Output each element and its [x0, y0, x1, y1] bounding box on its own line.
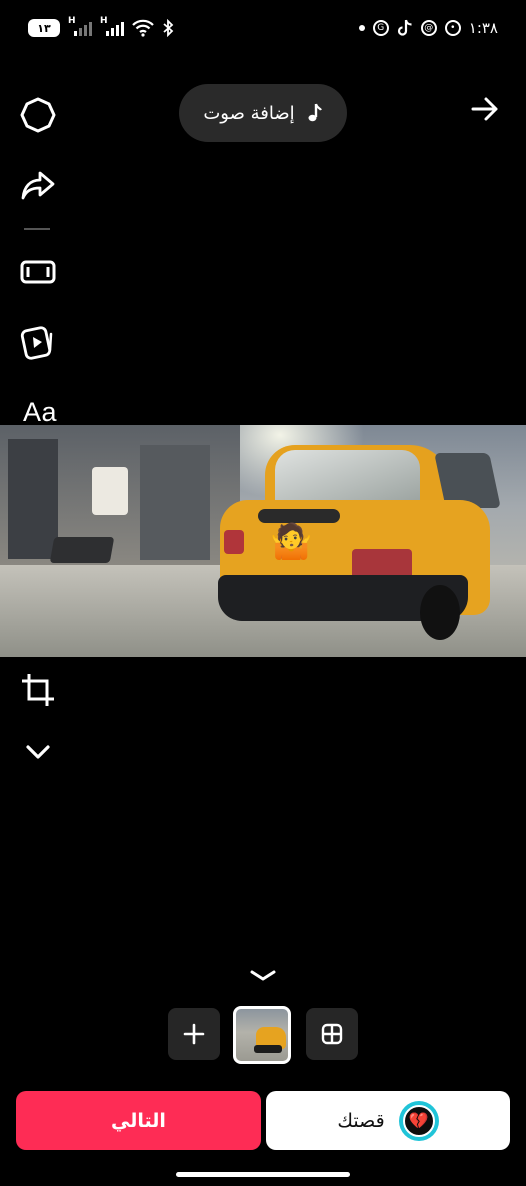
- layout-grid-button[interactable]: [306, 1008, 358, 1060]
- arrow-right-icon[interactable]: [468, 92, 502, 126]
- car-tire: [420, 585, 460, 640]
- story-avatar: 💔: [398, 1100, 439, 1141]
- app-icon-g: G: [372, 20, 389, 36]
- settings-icon: [20, 97, 56, 133]
- car-tail-lamp: [224, 530, 244, 554]
- photo-door: [140, 445, 210, 560]
- wifi-icon: [132, 19, 154, 37]
- shrug-sticker[interactable]: 🤷: [270, 519, 312, 565]
- status-bar-left: ١٣ H H: [28, 16, 174, 40]
- photo-water-tank: [92, 467, 128, 515]
- video-template-button[interactable]: [18, 322, 58, 362]
- your-story-label: قصتك: [337, 1109, 385, 1132]
- grid-icon: [321, 1023, 343, 1045]
- threads-icon: @: [420, 20, 437, 36]
- video-play-icon: [20, 326, 53, 360]
- home-indicator[interactable]: [176, 1172, 350, 1177]
- add-sound-label: إضافة صوت: [203, 102, 295, 124]
- status-bar-right: G @ • ١:٣٨: [358, 16, 498, 40]
- share-icon: [21, 171, 55, 200]
- broken-heart-icon: 💔: [402, 1104, 435, 1137]
- car-rear-window: [275, 450, 420, 505]
- music-note-icon: [308, 103, 322, 122]
- plus-icon: [183, 1023, 205, 1045]
- photo-door: [8, 439, 58, 559]
- reddit-icon: •: [444, 20, 461, 36]
- share-button[interactable]: [18, 165, 58, 205]
- crop-icon: [22, 674, 54, 706]
- signal-icon-2: H: [100, 16, 124, 36]
- notification-dot-icon: [358, 25, 365, 31]
- media-thumbnail[interactable]: [233, 1006, 291, 1064]
- media-preview[interactable]: 🤷: [0, 425, 526, 657]
- your-story-button[interactable]: قصتك 💔: [266, 1091, 510, 1150]
- toolbar-divider: [24, 228, 50, 230]
- settings-button[interactable]: [18, 95, 58, 135]
- next-button[interactable]: التالي: [16, 1091, 261, 1150]
- crop-button[interactable]: [18, 670, 58, 710]
- more-tools-button[interactable]: [18, 732, 58, 772]
- aspect-ratio-icon: [20, 260, 56, 284]
- clock: ١:٣٨: [468, 19, 498, 37]
- photo-cart: [49, 537, 115, 563]
- battery-indicator: ١٣: [28, 19, 60, 37]
- signal-icon-1: H: [68, 16, 92, 36]
- add-sound-button[interactable]: إضافة صوت: [179, 84, 347, 142]
- tiktok-icon: [397, 19, 412, 36]
- bluetooth-icon: [163, 19, 174, 37]
- chevron-down-icon: [26, 745, 50, 759]
- collapse-chevron-icon[interactable]: [249, 968, 277, 984]
- add-media-button[interactable]: [168, 1008, 220, 1060]
- aspect-ratio-button[interactable]: [18, 252, 58, 292]
